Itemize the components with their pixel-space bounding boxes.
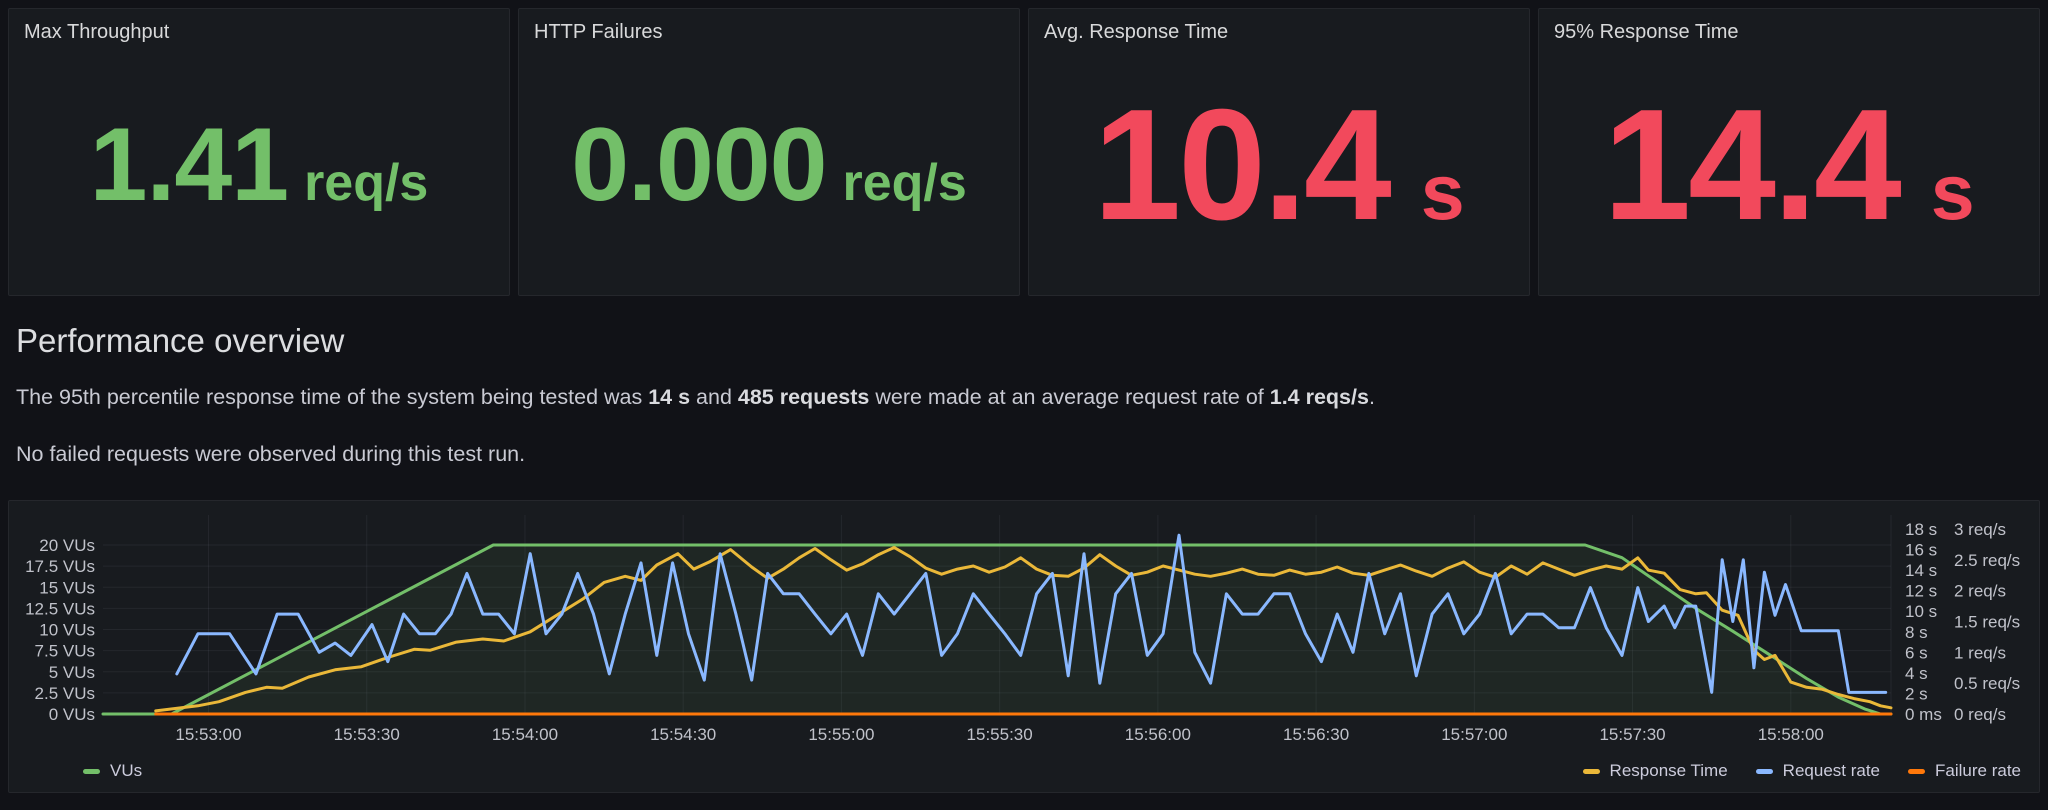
x-axis-tick: 15:54:30 [650,725,716,744]
y-axis-right-seconds-tick: 16 s [1905,541,1937,560]
y-axis-left-tick: 2.5 VUs [35,684,95,703]
y-axis-right-seconds-tick: 14 s [1905,561,1937,580]
x-axis-tick: 15:56:30 [1283,725,1349,744]
y-axis-right-seconds-tick: 6 s [1905,643,1928,662]
y-axis-right-seconds-tick: 18 s [1905,520,1937,539]
series-lines [101,533,1893,716]
legend-item-failure-rate[interactable]: Failure rate [1908,761,2021,781]
panel-title: HTTP Failures [534,21,663,43]
y-axis-left-tick: 17.5 VUs [25,557,95,576]
legend-label: Response Time [1609,761,1728,780]
panel-title: Max Throughput [24,21,170,43]
stat-panels-row: Max Throughput 1.41 req/s HTTP Failures … [8,8,2040,296]
stat-unit: s [1420,146,1465,236]
x-axis-tick: 15:57:30 [1599,725,1665,744]
stat-number: 10.4 [1093,76,1392,253]
x-axis-tick: 15:54:00 [492,725,558,744]
stat-value: 0.000 req/s [571,113,967,217]
y-axis-left-tick: 12.5 VUs [25,599,95,618]
y-axis-right-reqs-tick: 0.5 req/s [1954,674,2020,693]
response-time-series-swatch-icon [1582,768,1600,774]
stat-number: 14.4 [1603,76,1902,253]
y-axis-right-reqs-tick: 2.5 req/s [1954,551,2020,570]
y-axis-left-tick: 5 VUs [49,663,95,682]
y-axis-right-reqs-tick: 1 req/s [1954,643,2006,662]
chart-legend: VUs Response Time Request rate Failure r… [9,758,2039,784]
timeseries-panel: 0 VUs 2.5 VUs 5 VUs 7.5 VUs 10 VUs 12.5 VUs 15… [8,500,2040,793]
stat-value: 10.4 s [1093,86,1464,244]
failure-rate-series-swatch-icon [1908,768,1926,774]
x-axis-tick: 15:53:00 [175,725,241,744]
y-axis-right-seconds-tick: 4 s [1905,664,1928,683]
y-axis-left-tick: 7.5 VUs [35,642,95,661]
overview-paragraph-1: The 95th percentile response time of the… [16,385,1375,409]
legend-item-response-time[interactable]: Response Time [1582,761,1728,781]
legend-label: Request rate [1782,761,1881,780]
y-axis-right-reqs-tick: 3 req/s [1954,520,2006,539]
stat-unit: s [1930,146,1975,236]
y-axis-left-tick: 0 VUs [49,705,95,724]
y-axis-left-tick: 20 VUs [39,536,95,555]
panel-title: Avg. Response Time [1044,21,1229,43]
x-axis-tick: 15:53:30 [334,725,400,744]
y-axis-right-seconds-tick: 10 s [1905,602,1937,621]
legend-group-left: VUs [83,761,142,781]
stat-number: 1.41 [89,106,289,223]
legend-item-vus[interactable]: VUs [83,761,142,781]
stat-value: 14.4 s [1603,86,1974,244]
overview-paragraph-2: No failed requests were observed during … [16,442,526,467]
request-rate-series-swatch-icon [1755,768,1773,774]
stat-panel-avg-response-time: Avg. Response Time 10.4 s [1028,8,1530,296]
stat-value: 1.41 req/s [90,113,429,217]
y-axis-right-seconds-tick: 2 s [1905,684,1928,703]
y-axis-left-tick: 15 VUs [39,578,95,597]
y-axis-right-reqs-tick: 0 req/s [1954,705,2006,724]
y-axis-right-reqs-tick: 1.5 req/s [1954,613,2020,632]
x-axis-tick: 15:56:00 [1125,725,1191,744]
y-axis-right-reqs-tick: 2 req/s [1954,582,2006,601]
legend-label: VUs [110,761,143,780]
performance-overview-text-panel: Performance overview The 95th percentile… [16,322,2032,472]
grafana-dashboard: Max Throughput 1.41 req/s HTTP Failures … [8,8,2040,793]
stat-unit: req/s [304,153,429,212]
timeseries-plot[interactable]: 0 VUs 2.5 VUs 5 VUs 7.5 VUs 10 VUs 12.5 VUs 15… [9,501,2039,792]
x-axis-tick: 15:55:30 [967,725,1033,744]
stat-panel-95-response-time: 95% Response Time 14.4 s [1538,8,2040,296]
stat-panel-http-failures: HTTP Failures 0.000 req/s [518,8,1020,296]
y-axis-left-tick: 10 VUs [39,621,95,640]
legend-label: Failure rate [1935,761,2021,780]
x-axis-tick: 15:55:00 [808,725,874,744]
legend-group-right: Response Time Request rate Failure rate [1582,761,2021,781]
y-axis-right-seconds-tick: 12 s [1905,582,1937,601]
stat-unit: req/s [842,153,967,212]
x-axis-tick: 15:58:00 [1758,725,1824,744]
overview-heading: Performance overview [16,322,345,359]
y-axis-right-seconds-tick: 8 s [1905,623,1928,642]
panel-title: 95% Response Time [1554,21,1739,43]
vus-series-swatch-icon [83,768,100,774]
stat-panel-max-throughput: Max Throughput 1.41 req/s [8,8,510,296]
stat-number: 0.000 [571,106,827,223]
y-axis-right-seconds-tick: 0 ms [1905,705,1942,724]
x-axis-tick: 15:57:00 [1441,725,1507,744]
legend-item-request-rate[interactable]: Request rate [1755,761,1881,781]
